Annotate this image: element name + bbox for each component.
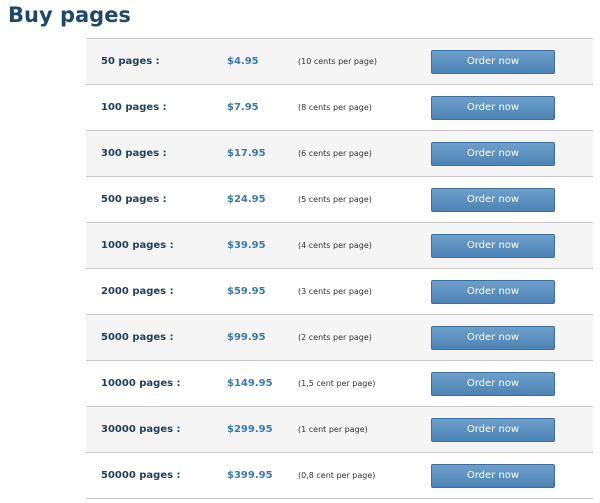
price-per-page-note: (2 cents per page) xyxy=(298,333,372,342)
order-now-button[interactable]: Order now xyxy=(431,142,555,166)
price-per-page-note: (3 cents per page) xyxy=(298,287,372,296)
page-title: Buy pages xyxy=(8,3,131,27)
order-now-button[interactable]: Order now xyxy=(431,234,555,258)
price-per-page-note: (5 cents per page) xyxy=(298,195,372,204)
price-value: $7.95 xyxy=(227,102,259,113)
pricing-row: 100 pages : $7.95 (8 cents per page) Ord… xyxy=(86,85,593,131)
order-now-button[interactable]: Order now xyxy=(431,372,555,396)
order-now-button[interactable]: Order now xyxy=(431,280,555,304)
pages-quantity-label: 1000 pages : xyxy=(101,240,174,251)
price-value: $399.95 xyxy=(227,470,273,481)
pricing-row: 30000 pages : $299.95 (1 cent per page) … xyxy=(86,407,593,453)
price-value: $99.95 xyxy=(227,332,266,343)
price-per-page-note: (10 cents per page) xyxy=(298,57,378,66)
pricing-row: 300 pages : $17.95 (6 cents per page) Or… xyxy=(86,131,593,177)
price-value: $4.95 xyxy=(227,56,259,67)
pages-quantity-label: 2000 pages : xyxy=(101,286,174,297)
price-value: $39.95 xyxy=(227,240,266,251)
pages-quantity-label: 500 pages : xyxy=(101,194,167,205)
pricing-row: 1000 pages : $39.95 (4 cents per page) O… xyxy=(86,223,593,269)
price-value: $17.95 xyxy=(227,148,266,159)
order-now-button[interactable]: Order now xyxy=(431,50,555,74)
price-per-page-note: (6 cents per page) xyxy=(298,149,372,158)
pricing-row: 500 pages : $24.95 (5 cents per page) Or… xyxy=(86,177,593,223)
pricing-row: 2000 pages : $59.95 (3 cents per page) O… xyxy=(86,269,593,315)
pages-quantity-label: 10000 pages : xyxy=(101,378,181,389)
price-per-page-note: (0,8 cent per page) xyxy=(298,471,376,480)
pages-quantity-label: 50000 pages : xyxy=(101,470,181,481)
pages-quantity-label: 5000 pages : xyxy=(101,332,174,343)
price-value: $299.95 xyxy=(227,424,273,435)
price-value: $149.95 xyxy=(227,378,273,389)
pricing-row: 10000 pages : $149.95 (1,5 cent per page… xyxy=(86,361,593,407)
price-per-page-note: (1 cent per page) xyxy=(298,425,368,434)
order-now-button[interactable]: Order now xyxy=(431,326,555,350)
order-now-button[interactable]: Order now xyxy=(431,96,555,120)
price-per-page-note: (8 cents per page) xyxy=(298,103,372,112)
order-now-button[interactable]: Order now xyxy=(431,188,555,212)
price-per-page-note: (1,5 cent per page) xyxy=(298,379,376,388)
pricing-row: 50 pages : $4.95 (10 cents per page) Ord… xyxy=(86,39,593,85)
pages-quantity-label: 50 pages : xyxy=(101,56,160,67)
pricing-row: 5000 pages : $99.95 (2 cents per page) O… xyxy=(86,315,593,361)
price-value: $59.95 xyxy=(227,286,266,297)
price-per-page-note: (4 cents per page) xyxy=(298,241,372,250)
pages-quantity-label: 30000 pages : xyxy=(101,424,181,435)
price-value: $24.95 xyxy=(227,194,266,205)
order-now-button[interactable]: Order now xyxy=(431,418,555,442)
pages-quantity-label: 100 pages : xyxy=(101,102,167,113)
pages-quantity-label: 300 pages : xyxy=(101,148,167,159)
pricing-table: 50 pages : $4.95 (10 cents per page) Ord… xyxy=(86,38,593,499)
order-now-button[interactable]: Order now xyxy=(431,464,555,488)
pricing-row: 50000 pages : $399.95 (0,8 cent per page… xyxy=(86,453,593,499)
